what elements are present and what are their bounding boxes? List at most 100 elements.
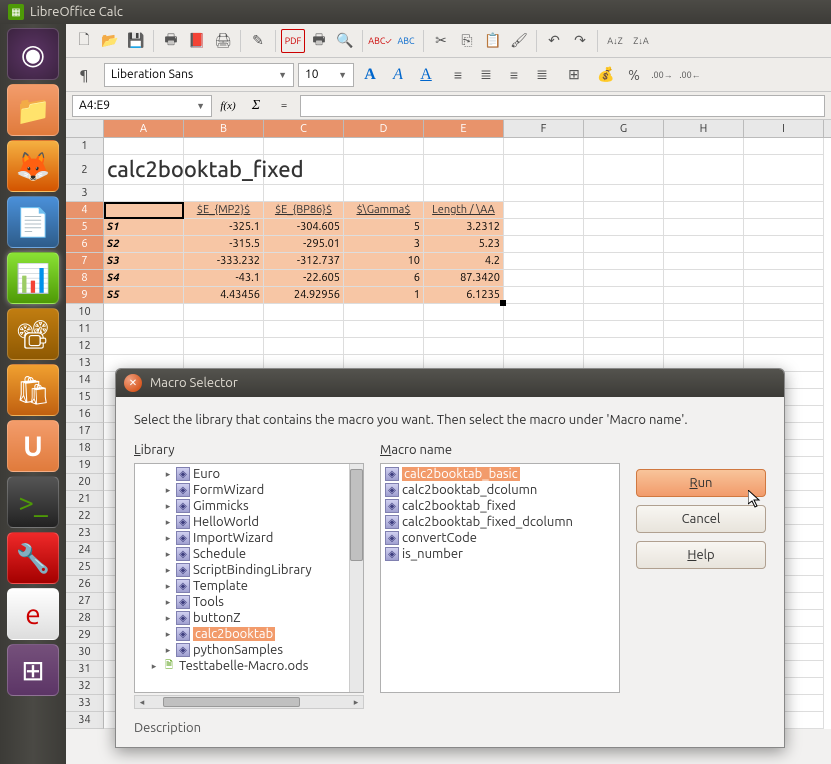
dialog-titlebar[interactable]: ✕ Macro Selector [116,369,784,397]
cell-a4-active[interactable] [104,202,184,219]
macro-list[interactable]: ◈calc2booktab_basic◈calc2booktab_dcolumn… [380,463,620,693]
expand-icon[interactable]: ▸ [163,517,173,528]
redo-icon[interactable]: ↷ [568,29,592,53]
row-header[interactable]: 15 [66,389,104,406]
autospell-icon[interactable]: ABC [394,29,418,53]
edit-icon[interactable]: ✎ [246,29,270,53]
row-header[interactable]: 8 [66,270,104,287]
scroll-right-icon[interactable]: ▸ [349,697,363,708]
row-header[interactable]: 19 [66,457,104,474]
cell[interactable]: -43.1 [184,270,264,287]
launcher-impress[interactable]: 📽 [7,308,59,360]
help-button[interactable]: Help [636,541,766,569]
launcher-dash[interactable]: ◉ [7,28,59,80]
spellcheck-icon[interactable]: ABC✓ [368,29,392,53]
font-name-select[interactable]: Liberation Sans ▼ [104,63,294,87]
macro-item[interactable]: ◈calc2booktab_fixed [381,498,619,514]
cell[interactable]: 24.92956 [264,287,344,304]
expand-icon[interactable]: ▸ [163,549,173,560]
library-item[interactable]: ▸◈calc2booktab [135,626,363,642]
launcher-settings[interactable]: 🔧 [7,532,59,584]
launcher-terminal[interactable]: >_ [7,476,59,528]
row-header[interactable]: 16 [66,406,104,423]
cell[interactable]: -333.232 [184,253,264,270]
row-header[interactable]: 31 [66,661,104,678]
row-header[interactable]: 13 [66,355,104,372]
cut-icon[interactable]: ✂ [429,29,453,53]
selection-handle[interactable] [500,300,506,306]
styles-icon[interactable]: ¶ [72,63,96,87]
launcher-firefox[interactable]: 🦊 [7,140,59,192]
expand-icon[interactable]: ▸ [149,661,159,672]
library-tree[interactable]: ▸◈Euro▸◈FormWizard▸◈Gimmicks▸◈HelloWorld… [134,463,364,693]
underline-icon[interactable]: A [414,63,438,87]
cell[interactable]: -304.605 [264,219,344,236]
library-item[interactable]: ▸◈FormWizard [135,482,363,498]
format-paintbrush-icon[interactable]: 🖌 [507,29,531,53]
bold-icon[interactable]: A [358,63,382,87]
scrollbar-horizontal[interactable]: ◂ ▸ [134,695,364,709]
row-header[interactable]: 1 [66,138,104,155]
row-header[interactable]: 34 [66,712,104,729]
cell[interactable]: S1 [104,219,184,236]
row-header[interactable]: 21 [66,491,104,508]
export-pdf-icon[interactable]: 📕 [185,29,209,53]
select-all-corner[interactable] [66,120,104,137]
row-header[interactable]: 10 [66,304,104,321]
cell[interactable]: -325.1 [184,219,264,236]
row-header[interactable]: 11 [66,321,104,338]
print2-icon[interactable]: 🖶 [307,29,331,53]
library-item[interactable]: ▸◈pythonSamples [135,642,363,658]
expand-icon[interactable]: ▸ [163,645,173,656]
row-header[interactable]: 5 [66,219,104,236]
preview-icon[interactable]: 🔍 [333,29,357,53]
align-center-icon[interactable]: ≣ [474,63,498,87]
row-header[interactable]: 24 [66,542,104,559]
cell[interactable]: 87.3420 [424,270,504,287]
expand-icon[interactable]: ▸ [163,613,173,624]
macro-item[interactable]: ◈calc2booktab_dcolumn [381,482,619,498]
cell[interactable]: 4.2 [424,253,504,270]
decimal-add-icon[interactable]: .00→ [650,63,674,87]
scrollbar-thumb[interactable] [350,469,363,560]
macro-item[interactable]: ◈calc2booktab_basic [381,466,619,482]
function-wizard-icon[interactable]: f(x) [216,95,240,117]
scrollbar-thumb[interactable] [163,697,300,707]
cell[interactable]: 10 [344,253,424,270]
row-header[interactable]: 22 [66,508,104,525]
row-header[interactable]: 27 [66,593,104,610]
cell[interactable]: -312.737 [264,253,344,270]
row-header[interactable]: 26 [66,576,104,593]
cell[interactable]: 6.1235 [424,287,504,304]
launcher-calc[interactable]: 📊 [7,252,59,304]
print-preview-icon[interactable]: 🖨 [211,29,235,53]
col-header-e[interactable]: E [424,120,504,137]
align-right-icon[interactable]: ≡ [502,63,526,87]
launcher-software[interactable]: 🛍 [7,364,59,416]
cell[interactable]: S5 [104,287,184,304]
save-icon[interactable]: 💾 [124,29,148,53]
col-header-a[interactable]: A [104,120,184,137]
merge-cells-icon[interactable]: ⊞ [562,63,586,87]
expand-icon[interactable]: ▸ [163,629,173,640]
font-size-select[interactable]: 10 ▼ [298,63,354,87]
expand-icon[interactable]: ▸ [163,597,173,608]
row-header[interactable]: 33 [66,695,104,712]
sort-desc-icon[interactable]: Z↓A [629,29,653,53]
equals-icon[interactable]: = [272,95,296,117]
launcher-writer[interactable]: 📄 [7,196,59,248]
cell[interactable]: S3 [104,253,184,270]
copy-icon[interactable]: ⎘ [455,29,479,53]
launcher-workspaces[interactable]: ⊞ [7,644,59,696]
close-icon[interactable]: ✕ [124,374,142,392]
col-header-c[interactable]: C [264,120,344,137]
cell[interactable]: S4 [104,270,184,287]
row-header[interactable]: 25 [66,559,104,576]
cell[interactable]: -22.605 [264,270,344,287]
library-item[interactable]: ▸◈buttonZ [135,610,363,626]
library-item[interactable]: ▸◈Euro [135,466,363,482]
new-doc-icon[interactable]: 🗋 [72,29,96,53]
cell[interactable]: 6 [344,270,424,287]
col-header-d[interactable]: D [344,120,424,137]
col-header-h[interactable]: H [664,120,744,137]
